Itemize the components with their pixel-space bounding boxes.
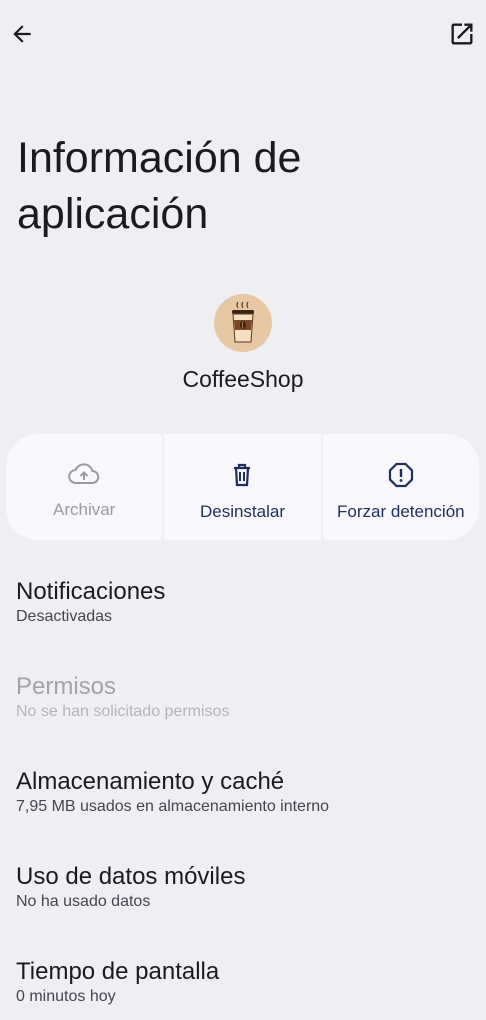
app-icon: [214, 294, 272, 352]
setting-permissions[interactable]: Permisos No se han solicitado permisos: [0, 655, 486, 750]
arrow-back-icon: [13, 25, 31, 43]
cloud-upload-icon: [68, 463, 100, 485]
alert-octagon-icon: [388, 462, 413, 488]
setting-screen-time[interactable]: Tiempo de pantalla 0 minutos hoy: [0, 940, 486, 1020]
force-stop-button[interactable]: Forzar detención: [322, 434, 479, 540]
setting-subtitle: Desactivadas: [16, 608, 113, 625]
setting-subtitle: 0 minutos hoy: [16, 988, 116, 1005]
app-info-screen: Información de aplicación CoffeeShop Arc…: [0, 0, 486, 1020]
settings-list: Notificaciones Desactivadas Permisos No …: [0, 560, 486, 1020]
open-app-button[interactable]: [444, 16, 480, 52]
action-buttons-row: Archivar Desinstalar Forzar detención: [6, 434, 479, 540]
setting-title: Uso de datos móviles: [16, 863, 246, 890]
open-in-new-icon: [451, 23, 473, 45]
uninstall-button[interactable]: Desinstalar: [164, 434, 321, 540]
coffee-cup-icon: [232, 301, 254, 343]
archive-button[interactable]: Archivar: [6, 434, 163, 540]
setting-title: Almacenamiento y caché: [16, 768, 285, 795]
archive-label: Archivar: [52, 500, 116, 519]
page-title: Información de aplicación: [17, 134, 302, 238]
setting-subtitle: No se han solicitado permisos: [16, 703, 230, 720]
setting-title: Notificaciones: [16, 578, 166, 605]
setting-subtitle: No ha usado datos: [16, 893, 151, 910]
back-button[interactable]: [4, 16, 40, 52]
setting-mobile-data[interactable]: Uso de datos móviles No ha usado datos: [0, 845, 486, 940]
setting-storage-cache[interactable]: Almacenamiento y caché 7,95 MB usados en…: [0, 750, 486, 845]
app-name: CoffeeShop: [182, 366, 304, 392]
trash-icon: [234, 463, 251, 487]
uninstall-label: Desinstalar: [199, 502, 286, 521]
force-stop-label: Forzar detención: [337, 502, 465, 521]
setting-title: Tiempo de pantalla: [16, 958, 220, 985]
setting-notifications[interactable]: Notificaciones Desactivadas: [0, 560, 486, 655]
app-header: CoffeeShop: [0, 294, 486, 393]
top-app-bar: [0, 0, 486, 68]
setting-subtitle: 7,95 MB usados en almacenamiento interno: [16, 798, 330, 815]
setting-title: Permisos: [16, 673, 117, 700]
